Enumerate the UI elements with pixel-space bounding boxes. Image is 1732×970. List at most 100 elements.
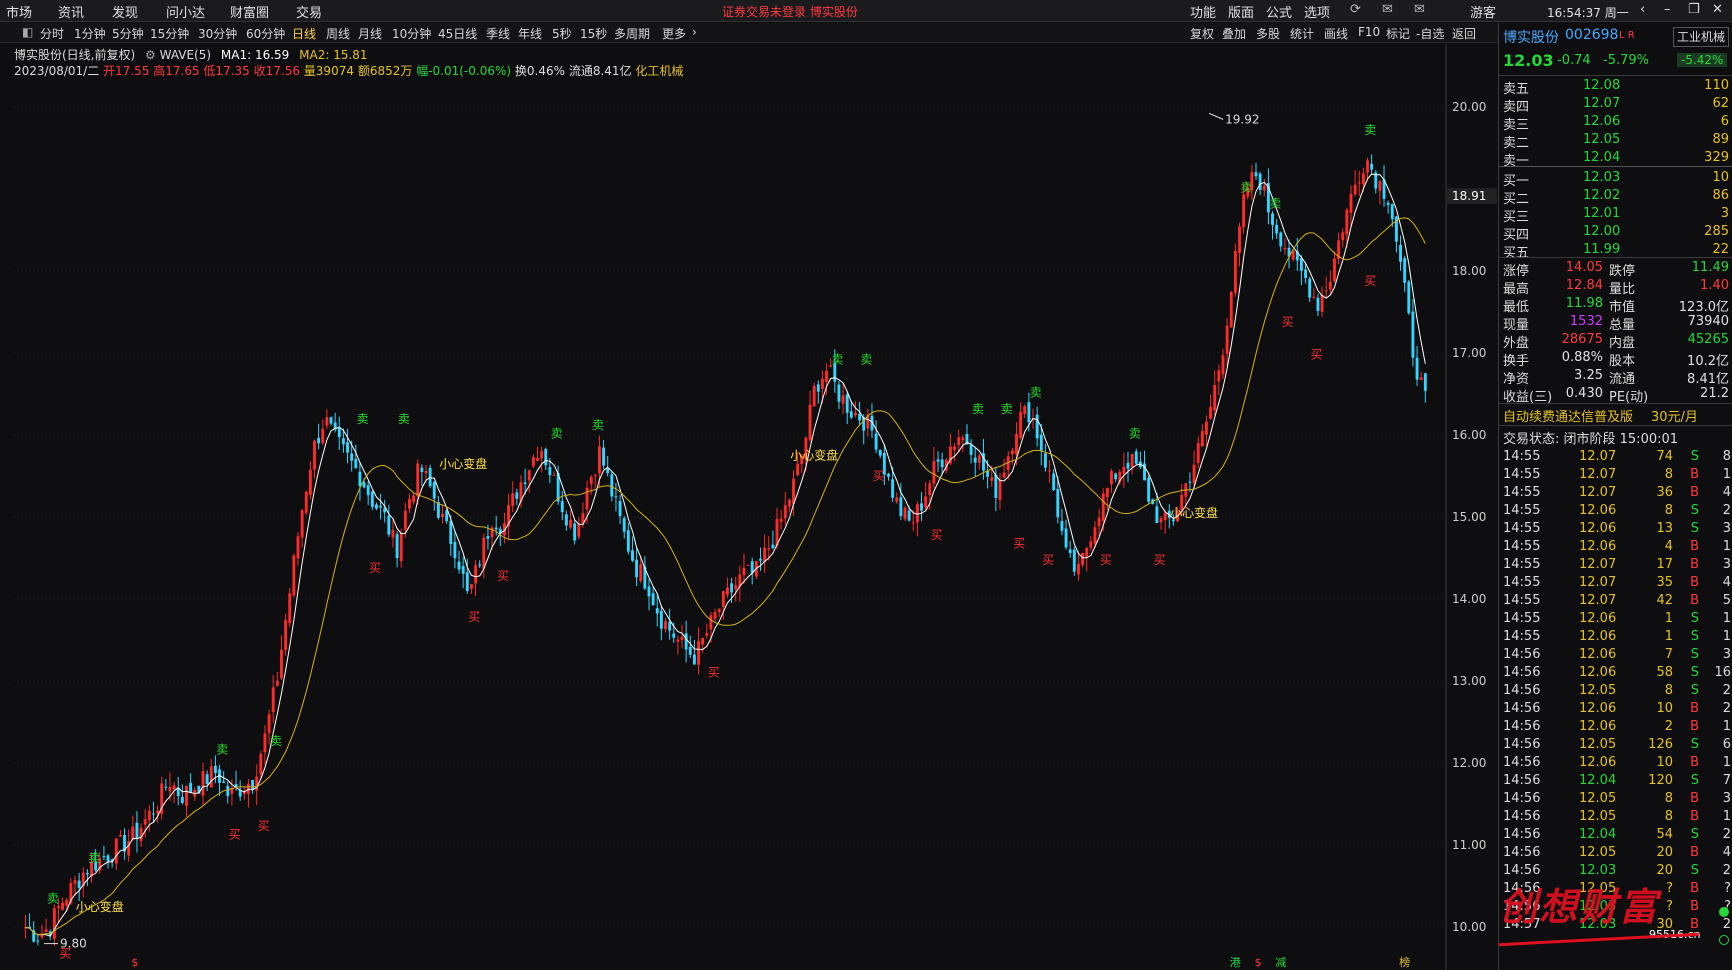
menu-options[interactable]: 选项 [1304,2,1330,21]
candle-down[interactable] [486,536,490,539]
buy-signal-3[interactable]: 买 [369,561,381,575]
candle-down[interactable] [354,459,358,469]
candle-up[interactable] [932,461,936,484]
candle-down[interactable] [1155,506,1159,523]
candle-up[interactable] [73,880,77,884]
candle-down[interactable] [887,473,890,477]
candle-down[interactable] [845,394,849,413]
candle-down[interactable] [152,813,155,815]
caution-signal-0[interactable]: 小心变盘 [76,899,124,914]
candle-down[interactable] [874,433,878,450]
sell-signal-12[interactable]: 卖 [1030,385,1042,399]
candle-up[interactable] [589,476,593,485]
candle-down[interactable] [1068,549,1072,553]
candle-up[interactable] [1361,173,1365,185]
mail-icon[interactable]: ✉ [1414,2,1425,17]
candle-up[interactable] [928,483,932,496]
candle-down[interactable] [1423,373,1427,391]
sell-signal-15[interactable]: 卖 [1269,197,1281,211]
buy-signal-1[interactable]: 买 [229,827,241,841]
candle-down[interactable] [614,496,618,498]
candle-up[interactable] [469,584,473,589]
candle-down[interactable] [573,523,577,541]
candle-down[interactable] [1308,278,1312,298]
candle-up[interactable] [1378,181,1382,191]
candle-up[interactable] [259,753,263,775]
candle-down[interactable] [816,384,820,392]
candle-up[interactable] [304,491,308,513]
tick-row[interactable]: 14:55 12.06 8 S 2 [1499,503,1732,521]
candle-down[interactable] [494,527,498,530]
candle-up[interactable] [296,536,300,559]
menu-xiaoda[interactable]: 问小达 [166,2,205,21]
period-11[interactable]: 季线 [486,25,510,42]
candle-up[interactable] [796,463,800,476]
candle-up[interactable] [300,510,304,538]
candle-down[interactable] [251,779,255,790]
candle-down[interactable] [631,550,634,561]
candle-up[interactable] [172,785,176,790]
candle-up[interactable] [1205,421,1208,435]
candle-up[interactable] [1130,453,1134,468]
candle-up[interactable] [1262,185,1266,191]
tick-row[interactable]: 14:55 12.06 13 S 3 [1499,521,1732,539]
candle-down[interactable] [135,822,139,839]
candle-down[interactable] [1254,172,1258,177]
candle-down[interactable] [1134,451,1138,464]
period-1[interactable]: 1分钟 [74,25,106,42]
candle-down[interactable] [1390,204,1394,220]
tool-7[interactable]: -自选 [1416,25,1444,42]
candle-up[interactable] [118,834,122,837]
candle-up[interactable] [552,475,556,477]
candle-down[interactable] [379,505,383,508]
candle-down[interactable] [907,510,911,521]
candle-up[interactable] [540,451,544,459]
message-icon[interactable]: ✉ [1382,2,1393,17]
candle-up[interactable] [1023,406,1027,415]
tool-4[interactable]: 画线 [1324,25,1348,42]
candle-down[interactable] [1035,414,1039,439]
buy-signal-2[interactable]: 买 [258,819,270,833]
candle-down[interactable] [920,503,923,511]
tick-row[interactable]: 14:56 12.06 10 B 2 [1499,701,1732,719]
candle-up[interactable] [482,537,486,569]
candle-up[interactable] [511,493,515,506]
candle-down[interactable] [1370,163,1374,170]
candle-up[interactable] [1353,184,1357,195]
sell-signal-7[interactable]: 卖 [592,418,604,432]
candle-up[interactable] [717,608,721,613]
candle-down[interactable] [659,610,663,629]
tool-3[interactable]: 统计 [1290,25,1314,42]
candle-up[interactable] [1081,552,1085,565]
candle-up[interactable] [267,714,271,733]
candle-up[interactable] [1093,527,1097,544]
menu-layout[interactable]: 版面 [1228,2,1254,21]
menu-market[interactable]: 市场 [6,2,32,21]
candle-down[interactable] [1060,521,1064,531]
menu-function[interactable]: 功能 [1190,2,1216,21]
caution-signal-2[interactable]: 小心变盘 [790,448,838,463]
period-14[interactable]: 15秒 [580,25,607,42]
candle-down[interactable] [317,437,321,444]
candle-down[interactable] [329,417,333,424]
candle-up[interactable] [701,637,705,645]
candle-up[interactable] [1122,466,1126,474]
candle-down[interactable] [940,459,944,468]
candle-up[interactable] [808,404,812,440]
tick-row[interactable]: 14:56 12.03 20 S 2 [1499,863,1732,881]
candle-down[interactable] [77,880,81,888]
refresh-icon[interactable]: ⟳ [1350,2,1361,17]
candle-up[interactable] [536,458,539,461]
user-label[interactable]: 游客 [1470,2,1496,21]
candle-up[interactable] [263,733,267,753]
candle-up[interactable] [1312,296,1316,298]
buy-signal-8[interactable]: 买 [931,528,943,542]
tool-5[interactable]: F10 [1358,25,1380,39]
period-5[interactable]: 60分钟 [246,25,285,42]
candle-down[interactable] [548,467,552,476]
candle-down[interactable] [428,467,432,487]
candle-down[interactable] [445,510,449,522]
sector-button[interactable]: 工业机械 [1673,27,1729,47]
candle-down[interactable] [994,474,998,498]
candle-up[interactable] [1366,160,1369,173]
